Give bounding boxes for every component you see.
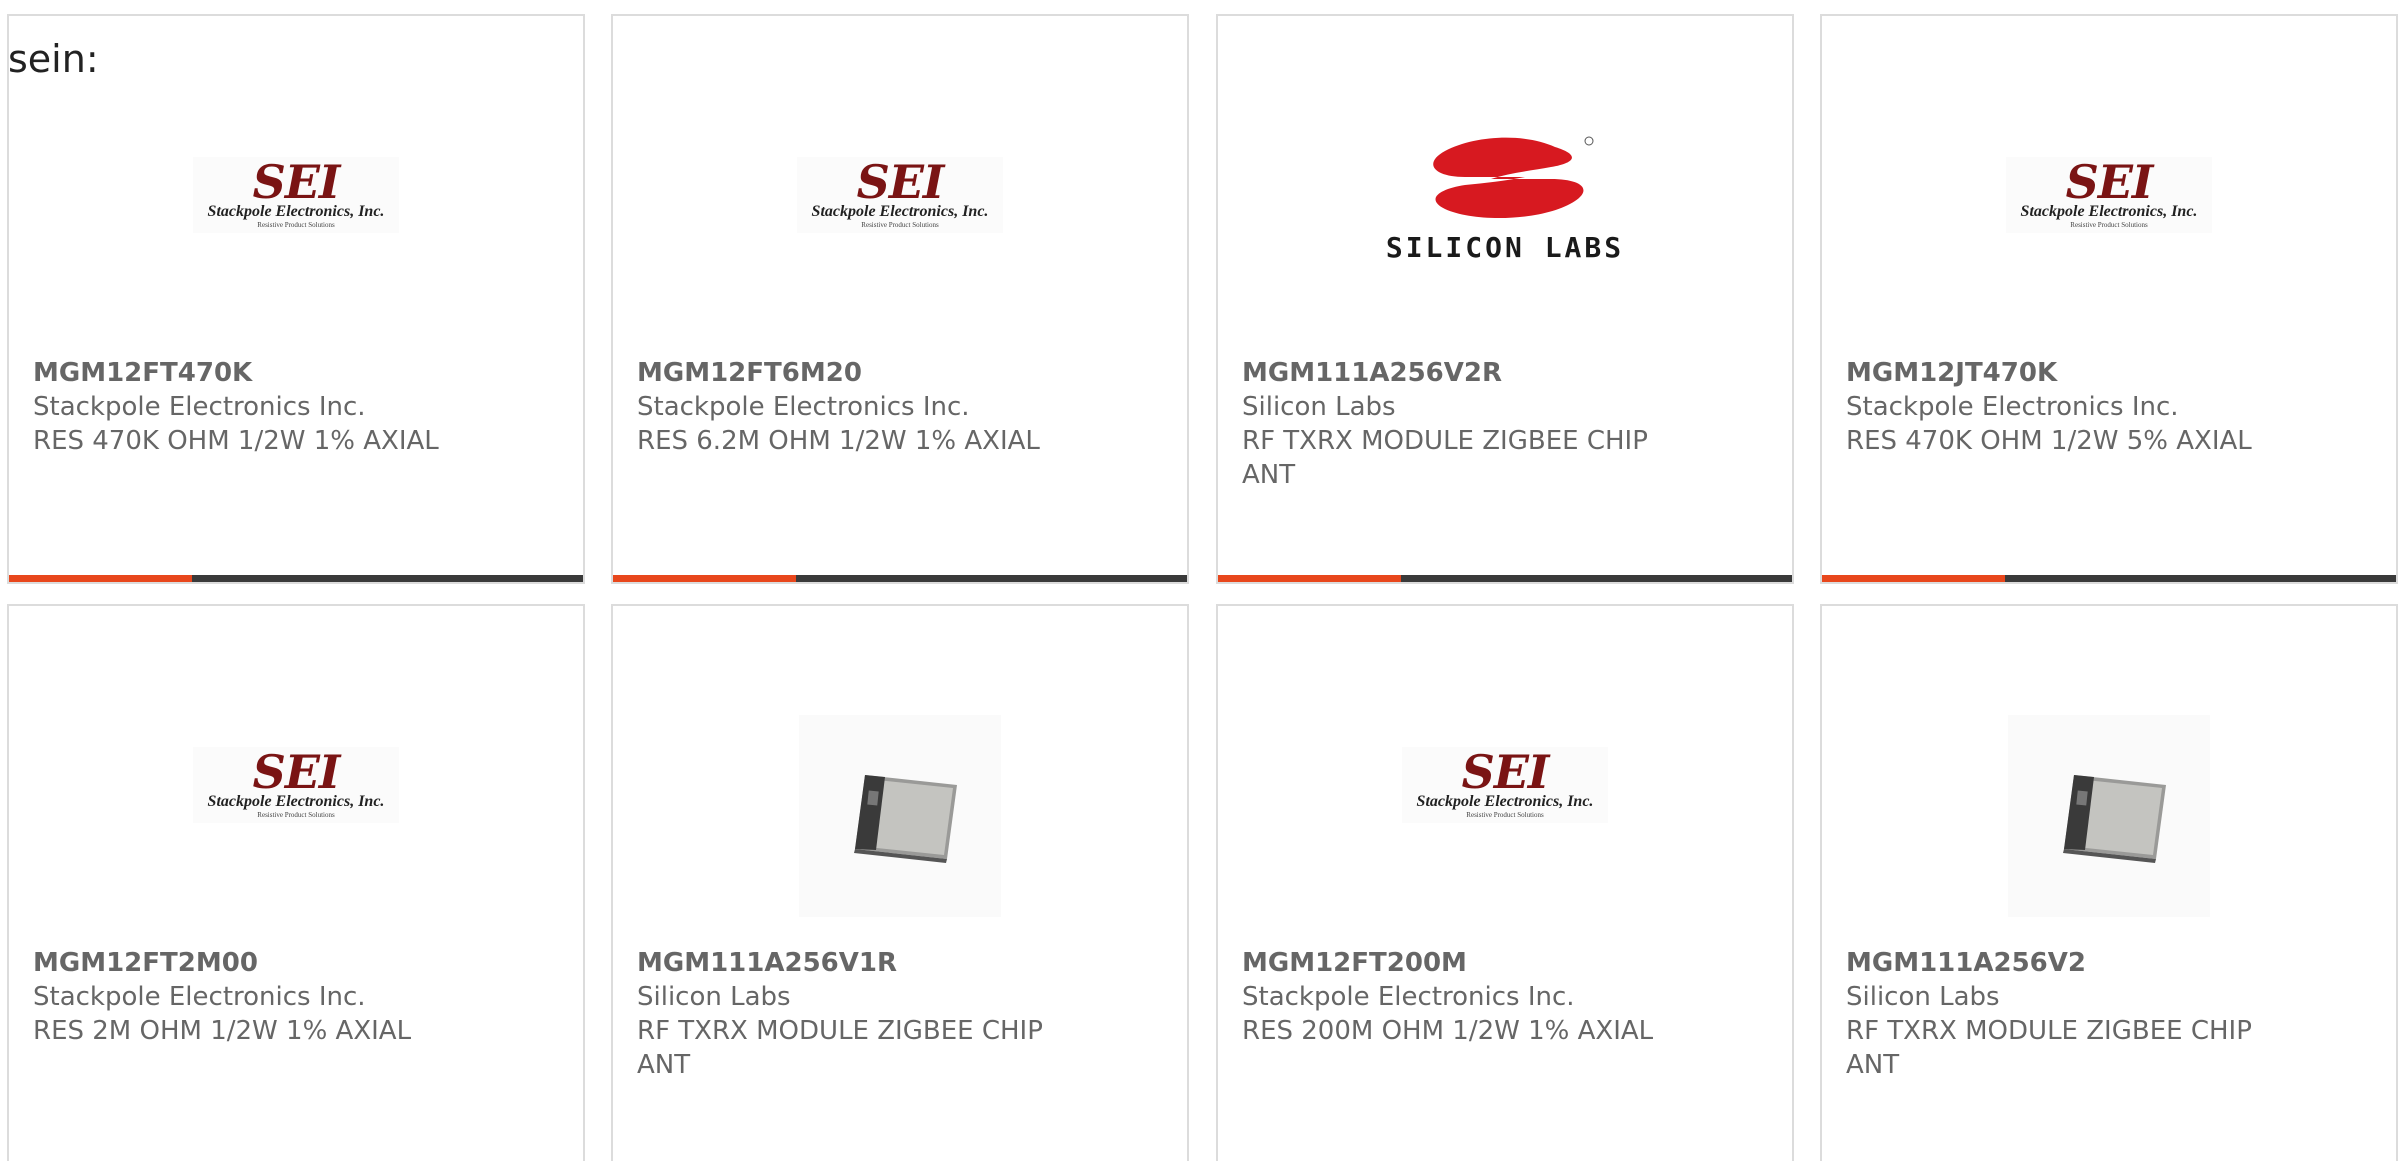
silicon-labs-logo-text: SILICON LABS <box>1385 231 1625 264</box>
product-image[interactable]: SEI Stackpole Electronics, Inc. Resistiv… <box>9 606 583 946</box>
product-image[interactable]: SEI Stackpole Electronics, Inc. Resistiv… <box>613 16 1187 356</box>
description: RF TXRX MODULE ZIGBEE CHIP ANT <box>1846 1016 2252 1080</box>
product-info: MGM111A256V2 Silicon Labs RF TXRX MODULE… <box>1846 946 2366 1082</box>
part-number-link[interactable]: MGM12FT2M00 <box>33 946 553 980</box>
part-number-link[interactable]: MGM12JT470K <box>1846 356 2366 390</box>
product-card[interactable]: SEI Stackpole Electronics, Inc. Resistiv… <box>7 604 585 1161</box>
part-number-link[interactable]: MGM111A256V2 <box>1846 946 2366 980</box>
product-info: MGM111A256V2R Silicon Labs RF TXRX MODUL… <box>1242 356 1762 492</box>
card-bottom-bar <box>9 575 583 582</box>
sei-logo-tagline: Resistive Product Solutions <box>861 220 939 229</box>
product-image[interactable] <box>1822 606 2396 946</box>
product-info: MGM111A256V1R Silicon Labs RF TXRX MODUL… <box>637 946 1157 1082</box>
product-image[interactable]: SEI Stackpole Electronics, Inc. Resistiv… <box>1218 606 1792 946</box>
sei-logo-tagline: Resistive Product Solutions <box>257 220 335 229</box>
part-number-link[interactable]: MGM12FT6M20 <box>637 356 1157 390</box>
rf-module-icon <box>854 775 957 863</box>
product-card[interactable]: MGM111A256V1R Silicon Labs RF TXRX MODUL… <box>611 604 1189 1161</box>
manufacturer: Stackpole Electronics Inc. <box>637 392 970 422</box>
sei-logo-tagline: Resistive Product Solutions <box>1466 810 1544 819</box>
module-photo <box>799 715 1001 917</box>
sei-logo-mark: SEI <box>856 154 945 209</box>
product-info: MGM12JT470K Stackpole Electronics Inc. R… <box>1846 356 2366 458</box>
product-card[interactable]: SEI Stackpole Electronics, Inc. Resistiv… <box>1216 604 1794 1161</box>
sei-logo-name: Stackpole Electronics, Inc. <box>207 202 385 220</box>
sei-logo-name: Stackpole Electronics, Inc. <box>2020 202 2198 220</box>
description: RES 6.2M OHM 1/2W 1% AXIAL <box>637 426 1040 456</box>
manufacturer: Silicon Labs <box>637 982 791 1012</box>
description: RES 470K OHM 1/2W 5% AXIAL <box>1846 426 2252 456</box>
product-card[interactable]: SILICON LABS MGM111A256V2R Silicon Labs … <box>1216 14 1794 584</box>
sei-logo-mark: SEI <box>1461 744 1550 799</box>
sei-logo: SEI Stackpole Electronics, Inc. Resistiv… <box>193 157 399 233</box>
silicon-labs-logo: SILICON LABS <box>1386 129 1624 263</box>
part-number-link[interactable]: MGM111A256V1R <box>637 946 1157 980</box>
description: RES 470K OHM 1/2W 1% AXIAL <box>33 426 439 456</box>
card-bar-accent <box>1218 575 1401 582</box>
part-number-link[interactable]: MGM12FT200M <box>1242 946 1762 980</box>
sei-logo-name: Stackpole Electronics, Inc. <box>1416 792 1594 810</box>
manufacturer: Silicon Labs <box>1846 982 2000 1012</box>
silicon-labs-swoosh-icon <box>1405 129 1605 229</box>
card-bar-accent <box>613 575 796 582</box>
manufacturer: Stackpole Electronics Inc. <box>1242 982 1575 1012</box>
description: RES 200M OHM 1/2W 1% AXIAL <box>1242 1016 1654 1046</box>
sei-logo: SEI Stackpole Electronics, Inc. Resistiv… <box>2006 157 2212 233</box>
card-bottom-bar <box>613 575 1187 582</box>
product-info: MGM12FT6M20 Stackpole Electronics Inc. R… <box>637 356 1157 458</box>
sei-logo: SEI Stackpole Electronics, Inc. Resistiv… <box>193 747 399 823</box>
manufacturer: Silicon Labs <box>1242 392 1396 422</box>
sei-logo-tagline: Resistive Product Solutions <box>257 810 335 819</box>
product-info: MGM12FT200M Stackpole Electronics Inc. R… <box>1242 946 1762 1048</box>
product-image[interactable]: SILICON LABS <box>1218 16 1792 356</box>
sei-logo: SEI Stackpole Electronics, Inc. Resistiv… <box>1402 747 1608 823</box>
product-card[interactable]: MGM111A256V2 Silicon Labs RF TXRX MODULE… <box>1820 604 2398 1161</box>
description: RF TXRX MODULE ZIGBEE CHIP ANT <box>637 1016 1043 1080</box>
sei-logo-mark: SEI <box>252 154 341 209</box>
sei-logo-mark: SEI <box>2065 154 2154 209</box>
description: RES 2M OHM 1/2W 1% AXIAL <box>33 1016 412 1046</box>
manufacturer: Stackpole Electronics Inc. <box>33 392 366 422</box>
card-bar-accent <box>9 575 192 582</box>
manufacturer: Stackpole Electronics Inc. <box>1846 392 2179 422</box>
sei-logo-tagline: Resistive Product Solutions <box>2070 220 2148 229</box>
product-card[interactable]: SEI Stackpole Electronics, Inc. Resistiv… <box>7 14 585 584</box>
product-grid-page: sein: SEI Stackpole Electronics, Inc. Re… <box>0 0 2400 1161</box>
product-image[interactable]: SEI Stackpole Electronics, Inc. Resistiv… <box>1822 16 2396 356</box>
product-card[interactable]: SEI Stackpole Electronics, Inc. Resistiv… <box>1820 14 2398 584</box>
sei-logo-name: Stackpole Electronics, Inc. <box>811 202 989 220</box>
card-bottom-bar <box>1218 575 1792 582</box>
manufacturer: Stackpole Electronics Inc. <box>33 982 366 1012</box>
description: RF TXRX MODULE ZIGBEE CHIP ANT <box>1242 426 1648 490</box>
product-info: MGM12FT2M00 Stackpole Electronics Inc. R… <box>33 946 553 1048</box>
sei-logo-name: Stackpole Electronics, Inc. <box>207 792 385 810</box>
product-card[interactable]: SEI Stackpole Electronics, Inc. Resistiv… <box>611 14 1189 584</box>
rf-module-icon <box>2063 775 2166 863</box>
card-bottom-bar <box>1822 575 2396 582</box>
sei-logo-mark: SEI <box>252 744 341 799</box>
sei-logo: SEI Stackpole Electronics, Inc. Resistiv… <box>797 157 1003 233</box>
intro-text: sein: <box>8 37 99 81</box>
module-photo <box>2008 715 2210 917</box>
card-bar-accent <box>1822 575 2005 582</box>
product-image[interactable] <box>613 606 1187 946</box>
part-number-link[interactable]: MGM111A256V2R <box>1242 356 1762 390</box>
product-info: MGM12FT470K Stackpole Electronics Inc. R… <box>33 356 553 458</box>
part-number-link[interactable]: MGM12FT470K <box>33 356 553 390</box>
